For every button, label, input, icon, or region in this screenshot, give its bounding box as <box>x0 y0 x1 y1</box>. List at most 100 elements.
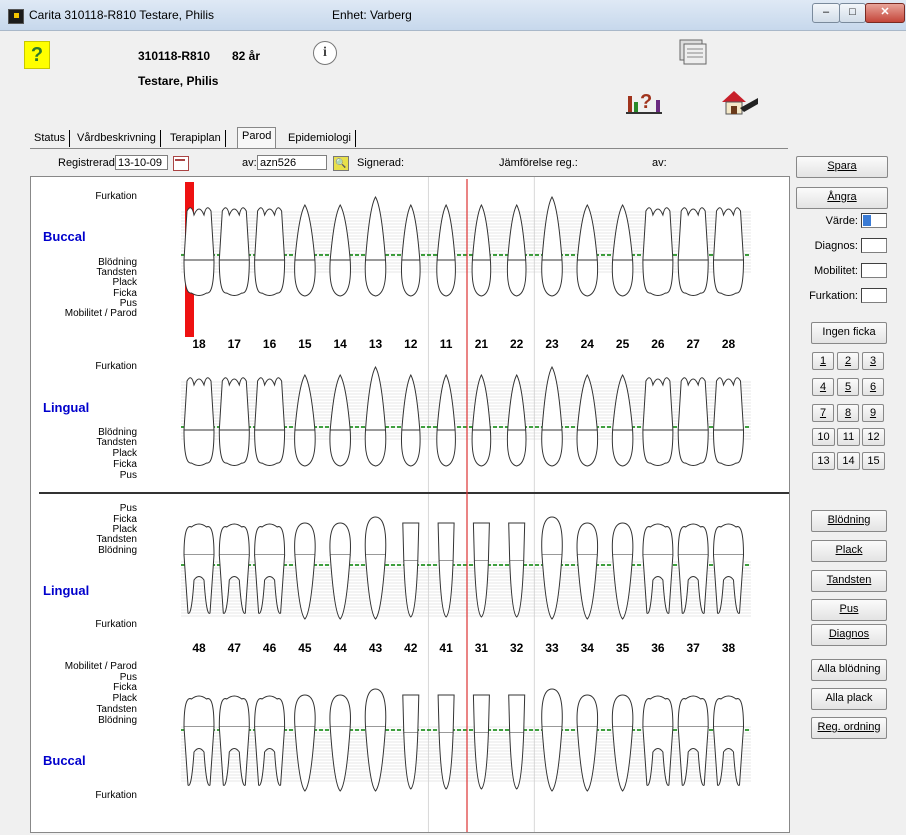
tooth-number-37[interactable]: 37 <box>680 641 706 655</box>
pus-button[interactable]: Pus <box>811 599 887 621</box>
tooth-number-12[interactable]: 12 <box>398 337 424 351</box>
reg-ordning-button[interactable]: Reg. ordning <box>811 717 887 739</box>
tooth-number-23[interactable]: 23 <box>539 337 565 351</box>
tooth-number-47[interactable]: 47 <box>221 641 247 655</box>
av-user-field[interactable]: azn526 <box>257 155 327 170</box>
tooth-number-17[interactable]: 17 <box>221 337 247 351</box>
parod-chart[interactable]: Furkation Buccal Blödning Tandsten Plack… <box>30 176 790 833</box>
ingen-ficka-button[interactable]: Ingen ficka <box>811 322 887 344</box>
diagnos-button[interactable]: Diagnos <box>811 624 887 646</box>
number-button-3[interactable]: 3 <box>862 352 884 370</box>
number-button-10[interactable]: 10 <box>812 428 835 446</box>
varde-field[interactable] <box>861 213 887 228</box>
tooth-number-42[interactable]: 42 <box>398 641 424 655</box>
tooth-26-lingual-crown <box>642 429 674 466</box>
help-icon[interactable]: ? <box>24 41 50 69</box>
number-button-12[interactable]: 12 <box>862 428 885 446</box>
number-button-8[interactable]: 8 <box>837 404 859 422</box>
info-icon[interactable]: i <box>313 41 337 65</box>
tooth-number-25[interactable]: 25 <box>610 337 636 351</box>
number-button-5[interactable]: 5 <box>837 378 859 396</box>
row-label-plack: Plack <box>112 277 137 288</box>
tooth-number-18[interactable]: 18 <box>186 337 212 351</box>
number-button-4[interactable]: 4 <box>812 378 834 396</box>
undo-button[interactable]: Ångra <box>796 187 888 209</box>
calendar-icon[interactable] <box>173 156 189 171</box>
document-stack-icon[interactable] <box>672 38 712 70</box>
close-button[interactable]: ✕ <box>865 3 905 23</box>
patient-age: 82 år <box>232 49 261 63</box>
tooth-27-buccal-root <box>677 207 709 261</box>
tooth-number-35[interactable]: 35 <box>610 641 636 655</box>
plack-button[interactable]: Plack <box>811 540 887 562</box>
tooth-number-38[interactable]: 38 <box>716 641 742 655</box>
tooth-number-27[interactable]: 27 <box>680 337 706 351</box>
patient-id: 310118-R810 <box>138 49 211 63</box>
tooth-number-15[interactable]: 15 <box>292 337 318 351</box>
jaw-label-lingual-lower: Lingual <box>43 583 90 598</box>
row-label-tandsten: Tandsten <box>96 704 137 715</box>
tab-vardbeskrivning[interactable]: Vårdbeskrivning <box>73 130 161 147</box>
tooth-number-34[interactable]: 34 <box>574 641 600 655</box>
tooth-34-lingual-crown <box>576 522 599 556</box>
number-button-14[interactable]: 14 <box>837 452 860 470</box>
minimize-button[interactable]: – <box>812 3 840 23</box>
number-button-9[interactable]: 9 <box>862 404 884 422</box>
tooth-number-26[interactable]: 26 <box>645 337 671 351</box>
number-button-7[interactable]: 7 <box>812 404 834 422</box>
tooth-11-buccal-crown <box>436 259 456 297</box>
dental-chart-graphic[interactable] <box>31 177 789 832</box>
tooth-number-48[interactable]: 48 <box>186 641 212 655</box>
tooth-23-lingual-root <box>541 366 563 431</box>
search-icon[interactable]: 🔍 <box>333 156 349 171</box>
number-button-1[interactable]: 1 <box>812 352 834 370</box>
tooth-number-36[interactable]: 36 <box>645 641 671 655</box>
tooth-number-44[interactable]: 44 <box>327 641 353 655</box>
home-icon[interactable] <box>716 86 760 118</box>
tooth-number-22[interactable]: 22 <box>504 337 530 351</box>
alla-plack-button[interactable]: Alla plack <box>811 688 887 710</box>
tooth-number-14[interactable]: 14 <box>327 337 353 351</box>
tab-status[interactable]: Status <box>30 130 71 147</box>
alla-blodning-button[interactable]: Alla blödning <box>811 659 887 681</box>
tooth-number-24[interactable]: 24 <box>574 337 600 351</box>
statistics-chart-icon[interactable]: ? <box>624 86 664 116</box>
tooth-28-buccal-crown <box>712 259 745 296</box>
row-label-plack: Plack <box>112 693 137 704</box>
furkation-field[interactable] <box>861 288 887 303</box>
maximize-button[interactable]: □ <box>839 3 866 23</box>
tab-terapiplan[interactable]: Terapiplan <box>166 130 226 147</box>
blodning-button[interactable]: Blödning <box>811 510 887 532</box>
tooth-25-lingual-root <box>612 374 634 431</box>
registrerad-date-field[interactable]: 13-10-09 <box>115 155 168 170</box>
tooth-48-buccal-root <box>183 726 215 786</box>
tooth-37-lingual-crown <box>677 523 709 556</box>
tooth-number-41[interactable]: 41 <box>433 641 459 655</box>
diagnos-field[interactable] <box>861 238 887 253</box>
plack-button-label: Plack <box>835 544 863 556</box>
number-button-2[interactable]: 2 <box>837 352 859 370</box>
tooth-number-46[interactable]: 46 <box>257 641 283 655</box>
tooth-number-16[interactable]: 16 <box>257 337 283 351</box>
tooth-number-11[interactable]: 11 <box>433 337 459 351</box>
tandsten-button[interactable]: Tandsten <box>811 570 887 592</box>
number-button-13[interactable]: 13 <box>812 452 835 470</box>
tab-parod[interactable]: Parod <box>237 127 277 148</box>
tooth-37-buccal-root <box>677 726 709 786</box>
tooth-number-43[interactable]: 43 <box>363 641 389 655</box>
mobilitet-field[interactable] <box>861 263 887 278</box>
number-button-15[interactable]: 15 <box>862 452 885 470</box>
tooth-number-45[interactable]: 45 <box>292 641 318 655</box>
save-button[interactable]: Spara <box>796 156 888 178</box>
tooth-number-31[interactable]: 31 <box>468 641 494 655</box>
tooth-number-32[interactable]: 32 <box>504 641 530 655</box>
tooth-number-33[interactable]: 33 <box>539 641 565 655</box>
number-button-6[interactable]: 6 <box>862 378 884 396</box>
tooth-number-28[interactable]: 28 <box>716 337 742 351</box>
tooth-number-21[interactable]: 21 <box>468 337 494 351</box>
number-button-11[interactable]: 11 <box>837 428 860 446</box>
tooth-number-13[interactable]: 13 <box>363 337 389 351</box>
tooth-25-buccal-root <box>612 204 634 261</box>
tab-epidemiologi[interactable]: Epidemiologi <box>284 130 356 147</box>
tooth-33-buccal-root <box>541 726 563 792</box>
